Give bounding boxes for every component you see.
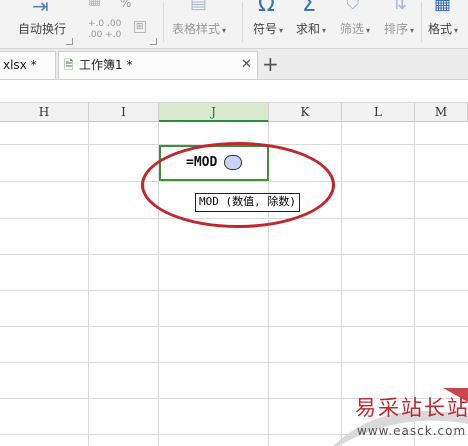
table-style-button[interactable]: 表格样式 ▾ [172, 20, 226, 37]
sigma-icon: Σ [302, 0, 316, 17]
watermark-text: 易采站长站 [355, 396, 468, 420]
wrap-text-button[interactable]: 自动换行 [18, 20, 66, 37]
formula-bar[interactable] [0, 80, 468, 103]
wrap-text-icon: ⇥ [32, 0, 49, 18]
number-launcher-icon[interactable] [150, 38, 157, 45]
new-tab-button[interactable]: + [262, 52, 279, 76]
filter-button[interactable]: 筛选 ▾ [340, 20, 370, 37]
tab-label: xlsx * [3, 58, 37, 72]
sum-button[interactable]: 求和 ▾ [296, 20, 326, 37]
format-button[interactable]: 格式 ▾ [428, 20, 458, 37]
tab-workbook1[interactable]: 🗎 工作簿1 * ✕ [58, 51, 258, 79]
ribbon-toolbar: ⇥ 自动换行 ▦ % +.0 .00 .00 +.0 ⊞ ▤ 表格样式 ▾ Ω 符… [0, 0, 468, 49]
close-tab-icon[interactable]: ✕ [241, 52, 252, 78]
symbol-button[interactable]: 符号 ▾ [253, 20, 283, 37]
increase-decimal-button[interactable]: +.0 .00 [88, 19, 121, 29]
column-header-l[interactable]: L [342, 103, 415, 122]
column-header-i[interactable]: I [89, 103, 159, 122]
watermark-logo: 易采站长站 www.easck.com [333, 388, 468, 446]
omega-icon: Ω [258, 0, 275, 17]
tab-label: 工作簿1 * [79, 58, 133, 72]
document-tab-bar: xlsx * 🗎 工作簿1 * ✕ [0, 49, 468, 80]
table-style-icon: ▤ [190, 0, 208, 13]
column-header-m[interactable]: M [415, 103, 468, 122]
column-header-k[interactable]: K [269, 103, 342, 122]
tab-xlsx[interactable]: xlsx * [0, 51, 56, 79]
decrease-decimal-button[interactable]: .00 +.0 [88, 30, 121, 40]
sort-button[interactable]: 排序 ▾ [384, 20, 414, 37]
column-header-j[interactable]: J [159, 103, 269, 122]
number-format-icon[interactable]: ▦ [88, 0, 101, 8]
sort-icon: ⇅ [392, 0, 408, 14]
annotation-ellipse [141, 142, 335, 228]
number-convert-icon[interactable]: ⊞ [134, 21, 146, 33]
percent-button[interactable]: % [120, 0, 131, 10]
watermark-url: www.easck.com [357, 424, 467, 438]
format-icon: ▦ [434, 0, 452, 14]
column-header-h[interactable]: H [0, 103, 89, 122]
spreadsheet-file-icon: 🗎 [64, 58, 74, 72]
filter-icon: ⛉ [346, 0, 360, 14]
alignment-launcher-icon[interactable] [66, 38, 73, 45]
